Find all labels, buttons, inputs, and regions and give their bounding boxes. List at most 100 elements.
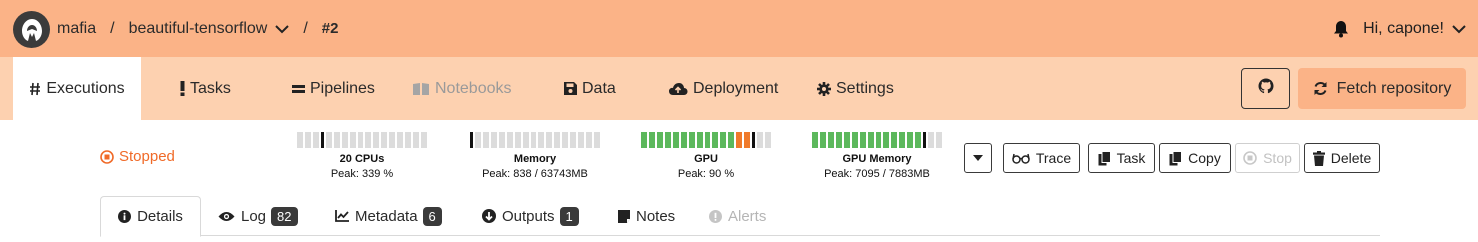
meter-segment — [530, 132, 537, 148]
meter-peak-marker — [320, 132, 324, 148]
detail-tabs: Details Log 82 Metadata 6 Outputs 1 Note… — [100, 196, 1380, 237]
meter-segment — [664, 132, 671, 148]
nav-tab-label: Deployment — [693, 79, 779, 97]
meter-segment — [304, 132, 311, 148]
cpu-meter-bar — [297, 132, 427, 148]
meter-segment — [867, 132, 874, 148]
meter-segment — [899, 132, 906, 148]
fetch-repository-button[interactable]: Fetch repository — [1298, 68, 1466, 109]
meter-label: 20 CPUs — [339, 153, 385, 165]
meter-peak: Peak: 339 % — [330, 168, 394, 180]
meter-peak: Peak: 90 % — [677, 168, 735, 180]
meter-segment — [522, 132, 529, 148]
copy-label: Copy — [1188, 150, 1221, 166]
app-logo-icon[interactable] — [13, 11, 50, 48]
meter-segment — [704, 132, 711, 148]
tab-alerts: Alerts — [709, 196, 766, 236]
cpu-meter: 20 CPUs Peak: 339 % — [297, 132, 427, 180]
meter-segment — [928, 132, 935, 148]
meter-peak-marker — [923, 132, 927, 148]
meter-segment — [843, 132, 850, 148]
tab-label: Notes — [636, 207, 676, 225]
breadcrumb-org[interactable]: mafia — [57, 20, 96, 38]
meter-segment — [712, 132, 719, 148]
glasses-icon — [1012, 153, 1030, 164]
tab-label: Log — [241, 207, 267, 225]
breadcrumb-repo-label: beautiful-tensorflow — [128, 19, 268, 37]
bell-icon[interactable] — [1333, 20, 1349, 38]
nav-tab-deployment[interactable]: Deployment — [668, 57, 778, 120]
tab-outputs[interactable]: Outputs 1 — [482, 196, 579, 236]
actions-dropdown-button[interactable] — [964, 143, 992, 173]
meter-segment — [297, 132, 303, 148]
tab-notes[interactable]: Notes — [618, 196, 675, 236]
meter-segment — [720, 132, 727, 148]
stop-circle-icon — [100, 149, 114, 164]
meter-segment — [594, 132, 600, 148]
alert-circle-icon — [709, 209, 722, 223]
nav-tab-tasks[interactable]: Tasks — [180, 57, 231, 120]
meter-segment — [680, 132, 687, 148]
meter-segment — [641, 132, 647, 148]
stop-button: Stop — [1235, 143, 1300, 173]
meter-segment — [312, 132, 319, 148]
meter-segment — [389, 132, 396, 148]
memory-meter-bar — [470, 132, 600, 148]
copy-button[interactable]: Copy — [1159, 143, 1231, 173]
meter-peak: Peak: 838 / 63743MB — [482, 168, 588, 180]
meter-segment — [514, 132, 521, 148]
delete-button[interactable]: Delete — [1304, 143, 1380, 173]
caret-down-icon — [973, 155, 983, 161]
nav-tab-data[interactable]: Data — [564, 57, 616, 120]
trace-button[interactable]: Trace — [1003, 143, 1080, 173]
nav-tab-pipelines[interactable]: Pipelines — [292, 57, 375, 120]
tab-metadata[interactable]: Metadata 6 — [335, 196, 442, 236]
meter-segment — [744, 132, 751, 148]
fetch-repository-label: Fetch repository — [1336, 79, 1452, 97]
meter-label: GPU Memory — [842, 153, 912, 165]
meter-segment — [656, 132, 663, 148]
line-chart-icon — [335, 210, 349, 222]
nav-tab-settings[interactable]: Settings — [817, 57, 894, 120]
meter-segment — [381, 132, 388, 148]
breadcrumb-repo[interactable]: beautiful-tensorflow — [129, 20, 290, 38]
count-badge: 82 — [271, 206, 298, 226]
nav-tab-executions[interactable]: Executions — [13, 57, 141, 120]
github-button[interactable] — [1241, 68, 1290, 109]
nav-tab-label: Pipelines — [310, 79, 375, 97]
breadcrumb: mafia / beautiful-tensorflow / #2 — [57, 0, 338, 57]
meter-segment — [765, 132, 771, 148]
meter-segment — [546, 132, 553, 148]
memory-meter: Memory Peak: 838 / 63743MB — [470, 132, 600, 180]
exclamation-icon — [180, 81, 185, 96]
meter-peak-marker — [752, 132, 756, 148]
meter-segment — [554, 132, 561, 148]
top-header: mafia / beautiful-tensorflow / #2 Hi, ca… — [0, 0, 1478, 57]
chevron-down-icon — [1452, 24, 1466, 33]
meter-segment — [357, 132, 364, 148]
meter-segment — [586, 132, 593, 148]
meter-segment — [397, 132, 404, 148]
tab-log[interactable]: Log 82 — [218, 196, 298, 236]
stop-label: Stop — [1263, 150, 1292, 166]
book-icon — [412, 82, 430, 96]
task-button[interactable]: Task — [1088, 143, 1155, 173]
tab-details[interactable]: Details — [100, 196, 201, 237]
meter-segment — [333, 132, 340, 148]
equals-icon — [292, 84, 305, 94]
nav-tab-notebooks: Notebooks — [412, 57, 512, 120]
meter-segment — [578, 132, 585, 148]
main-nav: Executions Tasks Pipelines Notebooks Dat… — [0, 57, 1478, 120]
gear-icon — [817, 81, 831, 96]
meter-segment — [757, 132, 764, 148]
meter-label: Memory — [513, 153, 557, 165]
breadcrumb-execution: #2 — [321, 20, 339, 37]
gpu-meter: GPU Peak: 90 % — [641, 132, 771, 180]
nav-tab-label: Settings — [836, 79, 894, 97]
user-menu[interactable]: Hi, capone! — [1333, 0, 1466, 57]
meter-segment — [812, 132, 818, 148]
meter-segment — [349, 132, 356, 148]
chevron-down-icon — [275, 24, 290, 33]
tab-label: Metadata — [355, 207, 418, 225]
meter-segment — [474, 132, 481, 148]
